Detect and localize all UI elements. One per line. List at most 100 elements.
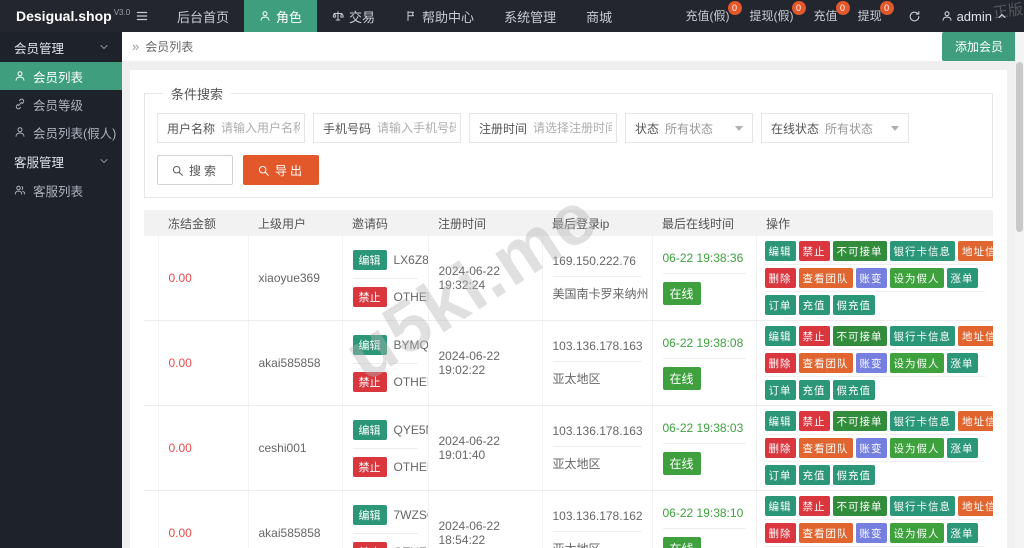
invite-code: 7WZS6C (393, 507, 428, 522)
edit-invite-button[interactable]: 编辑 (352, 419, 387, 440)
sidebar-item-1-0[interactable]: 客服列表 (0, 176, 122, 204)
last-login-ip-cell: 169.150.222.76 美国南卡罗来纳州 (542, 236, 653, 321)
action-button[interactable]: 不可接单 (832, 411, 887, 431)
sidebar-section-0[interactable]: 会员管理 (0, 32, 122, 62)
action-button[interactable]: 假充值 (832, 295, 875, 315)
field-input[interactable] (377, 121, 460, 135)
action-button[interactable]: 编辑 (764, 411, 796, 431)
field-input[interactable] (533, 121, 616, 135)
app-logo[interactable]: Desigual.shop V3.0 (0, 8, 130, 24)
search-button[interactable]: 搜索 (157, 155, 234, 185)
refresh-icon[interactable] (896, 10, 933, 23)
online-status-badge: 在线 (662, 452, 701, 475)
action-button[interactable]: 银行卡信息 (889, 411, 955, 431)
top-nav-item-4[interactable]: 系统管理 (489, 0, 571, 32)
action-button[interactable]: 订单 (764, 295, 796, 315)
top-nav: 后台首页 角色 交易 帮助中心 系统管理 商城 (162, 0, 627, 32)
action-button[interactable]: 涨单 (946, 523, 978, 543)
add-member-button[interactable]: 添加会员 (941, 32, 1016, 61)
action-button[interactable]: 删除 (764, 438, 796, 458)
action-button[interactable]: 涨单 (946, 438, 978, 458)
action-button[interactable]: 银行卡信息 (889, 241, 955, 261)
chevron-down-icon (98, 155, 110, 167)
action-button[interactable]: 编辑 (764, 326, 796, 346)
action-button[interactable]: 订单 (764, 380, 796, 400)
edit-invite-button[interactable]: 编辑 (352, 334, 387, 355)
action-button[interactable]: 查看团队 (798, 353, 853, 373)
action-button[interactable]: 不可接单 (832, 326, 887, 346)
top-nav-item-1[interactable]: 角色 (244, 0, 318, 32)
action-button[interactable]: 不可接单 (832, 496, 887, 516)
top-nav-item-2[interactable]: 交易 (317, 0, 390, 32)
top-nav-item-0[interactable]: 后台首页 (162, 0, 244, 32)
notification-badge: 0 (879, 1, 894, 15)
action-button[interactable]: 地址信息 (958, 411, 993, 431)
action-button[interactable]: 地址信息 (958, 496, 993, 516)
ban-invite-button[interactable]: 禁止 (352, 456, 387, 477)
action-button[interactable]: 设为假人 (889, 523, 944, 543)
action-button[interactable]: 删除 (764, 523, 796, 543)
action-button[interactable]: 编辑 (764, 496, 796, 516)
sidebar-item-0-1[interactable]: 会员等级 (0, 90, 122, 118)
ip-address: 103.136.178.162 (552, 501, 643, 532)
scrollbar-thumb[interactable] (1016, 62, 1023, 232)
action-button[interactable]: 设为假人 (889, 438, 944, 458)
action-button[interactable]: 删除 (764, 268, 796, 288)
action-button[interactable]: 假充值 (832, 380, 875, 400)
action-button[interactable]: 查看团队 (798, 268, 853, 288)
action-button[interactable]: 不可接单 (832, 241, 887, 261)
topbar-counter-0[interactable]: 充值(假) 0 (686, 0, 742, 32)
menu-toggle-icon[interactable] (122, 0, 162, 32)
action-button[interactable]: 充值 (798, 380, 830, 400)
action-button[interactable]: 订单 (764, 465, 796, 485)
edit-invite-button[interactable]: 编辑 (352, 249, 387, 270)
action-button[interactable]: 银行卡信息 (889, 496, 955, 516)
sidebar-section-1[interactable]: 客服管理 (0, 146, 122, 176)
status-select-3[interactable]: 状态 所有状态 (625, 113, 753, 143)
action-button[interactable]: 禁止 (798, 411, 830, 431)
action-button[interactable]: 充值 (798, 465, 830, 485)
action-button[interactable]: 涨单 (946, 268, 978, 288)
action-button[interactable]: 查看团队 (798, 438, 853, 458)
scales-icon (332, 10, 344, 22)
sidebar-item-0-2[interactable]: 会员列表(假人) (0, 118, 122, 146)
action-button[interactable]: 删除 (764, 353, 796, 373)
online-status-line: 在线 (662, 529, 746, 548)
topbar-counter-2[interactable]: 充值 0 (814, 0, 850, 32)
action-button[interactable]: 充值 (798, 295, 830, 315)
row-spacer-cell (144, 490, 159, 548)
action-button[interactable]: 地址信息 (958, 241, 993, 261)
action-button[interactable]: 账变 (855, 523, 887, 543)
column-header: 最后登录ip (542, 210, 652, 236)
export-button[interactable]: 导出 (243, 155, 320, 185)
topbar-counter-3[interactable]: 提现 0 (858, 0, 894, 32)
action-button[interactable]: 账变 (855, 438, 887, 458)
action-button[interactable]: 假充值 (832, 465, 875, 485)
last-online-cell: 06-22 19:38:10 在线 (652, 490, 757, 548)
action-button[interactable]: 查看团队 (798, 523, 853, 543)
action-button[interactable]: 地址信息 (958, 326, 993, 346)
action-button[interactable]: 禁止 (798, 241, 830, 261)
action-button[interactable]: 编辑 (764, 241, 796, 261)
action-button[interactable]: 账变 (855, 353, 887, 373)
sidebar-item-0-0[interactable]: 会员列表 (0, 62, 122, 90)
edit-invite-button[interactable]: 编辑 (352, 504, 387, 525)
action-button[interactable]: 设为假人 (889, 353, 944, 373)
action-button[interactable]: 设为假人 (889, 268, 944, 288)
user-menu[interactable]: admin (933, 9, 1024, 24)
field-input[interactable] (221, 121, 304, 135)
action-button[interactable]: 禁止 (798, 496, 830, 516)
topbar-counter-1[interactable]: 提现(假) 0 (750, 0, 806, 32)
invite-code-line: 编辑 7WZS6C (352, 497, 427, 534)
ban-invite-button[interactable]: 禁止 (352, 541, 387, 548)
status-select-4[interactable]: 在线状态 所有状态 (761, 113, 909, 143)
action-button[interactable]: 账变 (855, 268, 887, 288)
ban-invite-button[interactable]: 禁止 (352, 371, 387, 392)
top-nav-item-5[interactable]: 商城 (571, 0, 627, 32)
sidebar-section-label: 客服管理 (14, 155, 65, 170)
action-button[interactable]: 涨单 (946, 353, 978, 373)
action-button[interactable]: 银行卡信息 (889, 326, 955, 346)
ban-invite-button[interactable]: 禁止 (352, 286, 387, 307)
top-nav-item-3[interactable]: 帮助中心 (390, 0, 489, 32)
action-button[interactable]: 禁止 (798, 326, 830, 346)
